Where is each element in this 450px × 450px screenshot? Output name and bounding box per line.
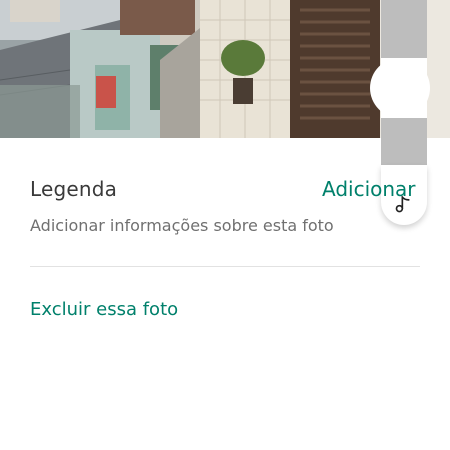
delete-photo-button[interactable]: Excluir essa foto xyxy=(30,299,178,320)
caption-label: Legenda xyxy=(30,177,118,201)
side-circle-mask xyxy=(381,58,427,118)
caption-description: Adicionar informações sobre esta foto xyxy=(30,216,334,235)
add-caption-button[interactable]: Adicionar xyxy=(322,177,416,201)
divider xyxy=(30,266,420,267)
